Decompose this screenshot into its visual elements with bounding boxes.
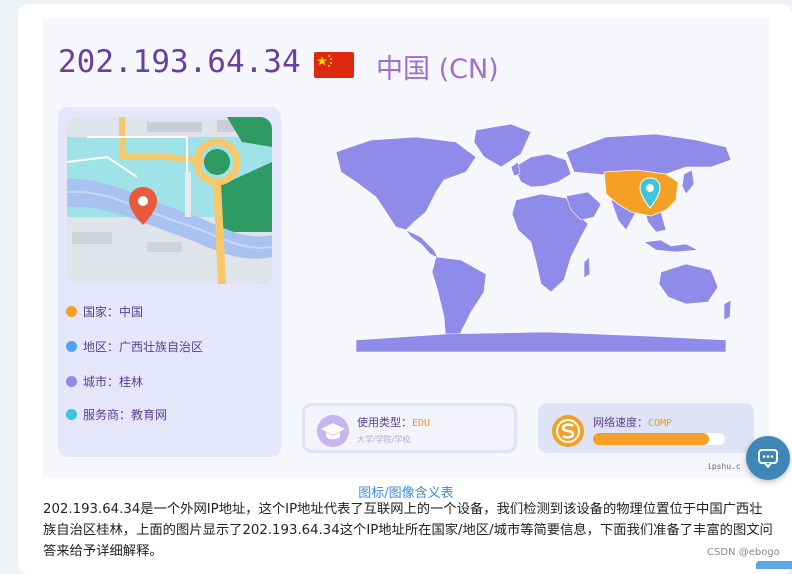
watermark: ipshu.c	[707, 462, 741, 471]
csdn-credit: CSDN @ebogo	[707, 547, 780, 558]
region-dot	[66, 341, 77, 352]
country-label: 国家：中国	[83, 305, 144, 319]
isp-label: 服务商：教育网	[83, 408, 168, 422]
city-row: 城市：桂林	[66, 373, 143, 390]
network-speed-label: 网络速度：COMP	[593, 414, 672, 430]
usage-type-subtitle: 大学/学院/学校	[357, 435, 411, 444]
region-label: 地区：广西壮族自治区	[83, 340, 204, 354]
country-row: 国家：中国	[66, 303, 143, 320]
region-row: 地区：广西壮族自治区	[66, 338, 203, 355]
network-speed-value: COMP	[648, 418, 673, 429]
country-title: 中国 (CN)	[376, 54, 499, 85]
city-label: 城市：桂林	[83, 375, 144, 389]
city-dot	[66, 376, 77, 387]
corner-button[interactable]	[756, 561, 792, 569]
network-speed-label-text: 网络速度：	[593, 416, 648, 429]
speed-bar-fill	[593, 433, 710, 445]
speed-s-icon	[552, 415, 584, 447]
world-map	[335, 123, 732, 353]
ip-address-title: 202.193.64.34	[58, 44, 301, 80]
isp-dot	[66, 409, 77, 420]
usage-type-value: EDU	[412, 418, 431, 429]
speed-bar-track	[593, 433, 725, 445]
usage-type-label-text: 使用类型：	[357, 416, 412, 429]
china-flag-icon	[314, 52, 354, 78]
description-paragraph: 202.193.64.34是一个外网IP地址，这个IP地址代表了互联网上的一个设…	[43, 502, 773, 559]
country-dot	[66, 306, 77, 317]
isp-row: 服务商：教育网	[66, 406, 167, 423]
chat-bubble-icon	[758, 449, 778, 468]
graduation-cap-icon	[317, 415, 349, 447]
usage-type-label: 使用类型：EDU	[357, 414, 430, 430]
street-map-illustration	[67, 117, 272, 284]
chat-button[interactable]	[746, 436, 790, 480]
